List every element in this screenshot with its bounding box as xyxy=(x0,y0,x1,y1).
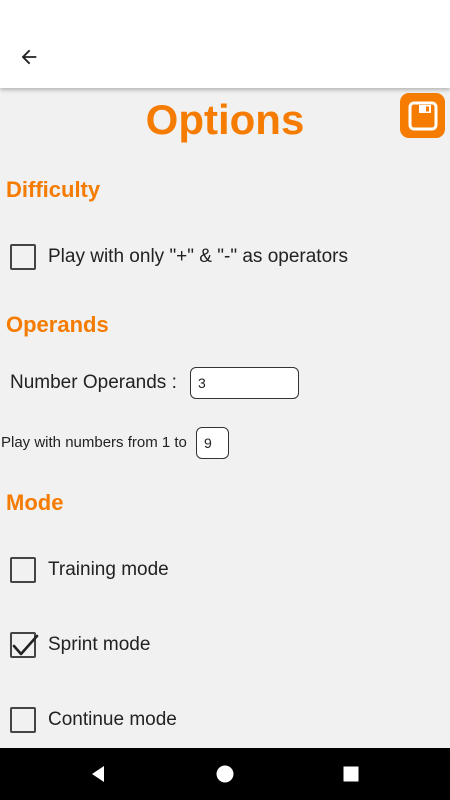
range-label: Play with numbers from 1 to xyxy=(1,434,187,451)
number-operands-label: Number Operands : xyxy=(10,372,177,393)
difficulty-heading: Difficulty xyxy=(6,177,101,202)
arrow-left-icon xyxy=(21,49,37,65)
system-nav-bar xyxy=(0,748,450,800)
nav-home-button[interactable] xyxy=(209,758,241,790)
page-title: Options xyxy=(145,96,305,143)
triangle-back-icon xyxy=(92,766,104,782)
circle-home-icon xyxy=(216,765,234,783)
app-bar xyxy=(0,0,450,88)
training-mode-label: Training mode xyxy=(48,559,169,580)
only-plus-minus-checkbox-row[interactable]: Play with only "+" & "-" as operators xyxy=(10,242,348,272)
continue-mode-label: Continue mode xyxy=(48,709,177,730)
square-recents-icon xyxy=(343,766,359,782)
sprint-mode-checkbox[interactable] xyxy=(10,632,39,658)
only-plus-minus-checkbox[interactable] xyxy=(10,244,36,270)
training-mode-checkbox[interactable] xyxy=(10,557,36,583)
nav-back-button[interactable] xyxy=(82,758,114,790)
floppy-disk-icon xyxy=(408,101,437,130)
number-operands-input[interactable] xyxy=(190,367,299,399)
checkmark-icon xyxy=(12,634,39,656)
training-mode-row[interactable]: Training mode xyxy=(10,555,169,585)
range-max-input[interactable] xyxy=(196,427,229,459)
nav-recents-button[interactable] xyxy=(335,758,367,790)
back-button[interactable] xyxy=(12,40,46,74)
sprint-mode-label: Sprint mode xyxy=(48,634,151,655)
mode-heading: Mode xyxy=(6,490,64,515)
sprint-mode-row[interactable]: Sprint mode xyxy=(10,630,150,660)
save-button[interactable] xyxy=(400,93,445,138)
operands-heading: Operands xyxy=(6,312,109,337)
continue-mode-checkbox[interactable] xyxy=(10,707,36,733)
only-plus-minus-label: Play with only "+" & "-" as operators xyxy=(48,246,348,267)
continue-mode-row[interactable]: Continue mode xyxy=(10,705,177,735)
